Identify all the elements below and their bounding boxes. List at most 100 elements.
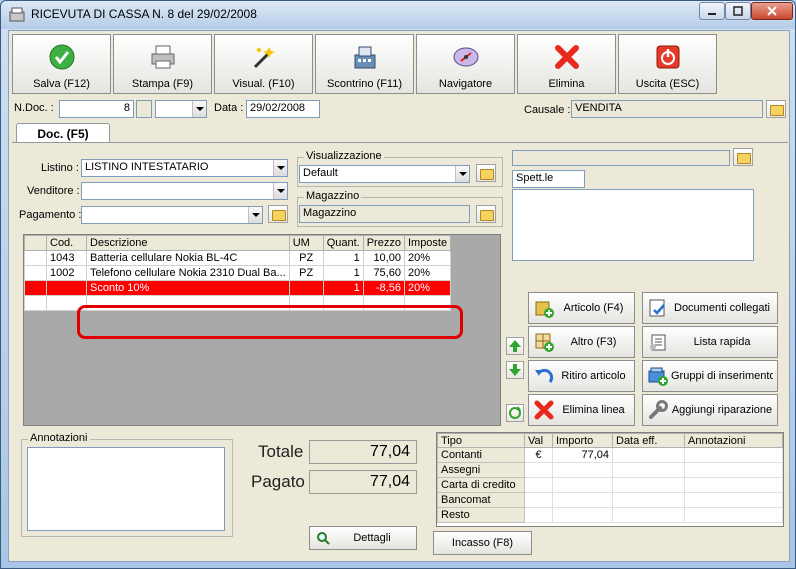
column-header[interactable]: Quant. bbox=[322, 235, 364, 251]
dettagli-button[interactable]: Dettagli bbox=[309, 526, 417, 550]
cell-um[interactable]: PZ bbox=[288, 250, 324, 266]
cell-prezzo[interactable]: -8,56 bbox=[362, 280, 405, 296]
payment-row[interactable]: Bancomat bbox=[437, 492, 783, 508]
save-button[interactable]: Salva (F12) bbox=[12, 34, 111, 94]
annotazioni-label: Annotazioni bbox=[28, 432, 90, 444]
delete-button[interactable]: Elimina bbox=[517, 34, 616, 94]
print-button[interactable]: Stampa (F9) bbox=[113, 34, 212, 94]
ndoc-series-select[interactable] bbox=[155, 100, 207, 118]
column-header[interactable]: UM bbox=[288, 235, 324, 251]
table-row[interactable]: 1043 Batteria cellulare Nokia BL-4C PZ 1… bbox=[24, 250, 452, 266]
data-label: Data : bbox=[214, 102, 244, 114]
minimize-button[interactable] bbox=[699, 2, 725, 20]
column-header[interactable]: Tipo bbox=[437, 433, 525, 448]
delete-x-icon bbox=[554, 45, 579, 69]
payment-currency[interactable]: € bbox=[524, 447, 553, 463]
exit-icon bbox=[656, 45, 679, 69]
ndoc-field[interactable]: 8 bbox=[59, 100, 134, 118]
payments-grid[interactable]: Tipo Val Importo Data eff. Annotazioni C… bbox=[436, 432, 784, 527]
cell-cod[interactable]: 1043 bbox=[46, 250, 87, 266]
refresh-button[interactable] bbox=[506, 404, 524, 422]
elimina-linea-button[interactable]: Elimina linea bbox=[528, 394, 635, 426]
payment-row[interactable]: Contanti €77,04 bbox=[437, 447, 783, 463]
magazzino-folder-button[interactable] bbox=[476, 205, 496, 223]
cell-quant[interactable]: 1 bbox=[322, 250, 364, 266]
maximize-button[interactable] bbox=[725, 2, 751, 20]
cell-prezzo[interactable]: 10,00 bbox=[362, 250, 405, 266]
visualizzazione-folder-button[interactable] bbox=[476, 164, 496, 182]
cell-quant[interactable]: 1 bbox=[322, 265, 364, 281]
cell-quant[interactable]: 1 bbox=[322, 280, 364, 296]
navigator-button[interactable]: Navigatore bbox=[416, 34, 515, 94]
ndoc-suffix-field[interactable] bbox=[136, 100, 152, 118]
cell-um[interactable] bbox=[288, 280, 324, 296]
column-header[interactable]: Data eff. bbox=[612, 433, 685, 448]
payment-row[interactable]: Assegni bbox=[437, 462, 783, 478]
exit-button[interactable]: Uscita (ESC) bbox=[618, 34, 717, 94]
client-area: Salva (F12) Stampa (F9) Visual. (F10) Sc… bbox=[8, 30, 790, 562]
quick-list-icon bbox=[650, 334, 666, 351]
payment-amount[interactable]: 77,04 bbox=[552, 447, 613, 463]
cell-cod[interactable]: 1002 bbox=[46, 265, 87, 281]
column-header[interactable]: Imposte bbox=[403, 235, 452, 251]
cell-desc[interactable]: Batteria cellulare Nokia BL-4C bbox=[86, 250, 290, 266]
payment-row[interactable]: Resto bbox=[437, 507, 783, 523]
move-up-button[interactable] bbox=[506, 337, 524, 355]
magazzino-field[interactable]: Magazzino bbox=[299, 205, 470, 223]
row-header[interactable] bbox=[24, 250, 47, 266]
close-icon bbox=[767, 6, 777, 16]
annotazioni-textarea[interactable] bbox=[27, 447, 225, 531]
date-field[interactable]: 29/02/2008 bbox=[246, 100, 320, 118]
articolo-button[interactable]: Articolo (F4) bbox=[528, 292, 635, 324]
payment-row[interactable]: Carta di credito bbox=[437, 477, 783, 493]
cell-cod[interactable] bbox=[46, 280, 87, 296]
cell-imposte[interactable]: 20% bbox=[403, 280, 452, 296]
ritiro-articolo-button[interactable]: Ritiro articolo bbox=[528, 360, 635, 392]
column-header[interactable]: Val bbox=[524, 433, 553, 448]
magic-wand-icon bbox=[253, 47, 275, 69]
pagamento-folder-button[interactable] bbox=[268, 205, 288, 223]
row-header[interactable] bbox=[24, 265, 47, 281]
column-header[interactable]: Cod. bbox=[46, 235, 87, 251]
cell-imposte[interactable]: 20% bbox=[403, 250, 452, 266]
tab-doc[interactable]: Doc. (F5) bbox=[16, 123, 110, 143]
close-button[interactable] bbox=[751, 2, 793, 20]
delete-line-icon bbox=[534, 400, 554, 420]
chevron-down-icon bbox=[455, 166, 469, 182]
customer-folder-button[interactable] bbox=[733, 148, 753, 166]
table-row[interactable]: 1002 Telefono cellulare Nokia 2310 Dual … bbox=[24, 265, 452, 281]
app-icon bbox=[9, 7, 25, 22]
table-row-selected[interactable]: Sconto 10% 1 -8,56 20% bbox=[24, 280, 452, 296]
aggiungi-riparazione-button[interactable]: Aggiungi riparazione bbox=[642, 394, 778, 426]
altro-button[interactable]: Altro (F3) bbox=[528, 326, 635, 358]
documenti-collegati-button[interactable]: Documenti collegati bbox=[642, 292, 778, 324]
column-header[interactable]: Importo bbox=[552, 433, 613, 448]
cell-imposte[interactable]: 20% bbox=[403, 265, 452, 281]
row-header[interactable] bbox=[24, 295, 47, 311]
gruppi-inserimento-button[interactable]: Gruppi di inserimento bbox=[642, 360, 778, 392]
column-header[interactable]: Descrizione bbox=[86, 235, 290, 251]
preview-button[interactable]: Visual. (F10) bbox=[214, 34, 313, 94]
receipt-button[interactable]: Scontrino (F11) bbox=[315, 34, 414, 94]
customer-field[interactable] bbox=[512, 150, 730, 166]
causale-folder-button[interactable] bbox=[766, 100, 786, 118]
spett-field[interactable]: Spett.le bbox=[512, 170, 585, 188]
lista-rapida-button[interactable]: Lista rapida bbox=[642, 326, 778, 358]
column-header[interactable]: Annotazioni bbox=[684, 433, 783, 448]
column-header[interactable]: Prezzo bbox=[362, 235, 405, 251]
visualizzazione-select[interactable]: Default bbox=[299, 165, 470, 183]
cell-desc[interactable]: Telefono cellulare Nokia 2310 Dual Ba... bbox=[86, 265, 290, 281]
row-header[interactable] bbox=[24, 280, 47, 296]
move-down-button[interactable] bbox=[506, 361, 524, 379]
title-bar[interactable]: RICEVUTA DI CASSA N. 8 del 29/02/2008 bbox=[1, 1, 795, 29]
listino-select[interactable]: LISTINO INTESTATARIO bbox=[81, 159, 288, 177]
pagamento-select[interactable] bbox=[81, 206, 263, 224]
venditore-select[interactable] bbox=[81, 182, 288, 200]
window-title: RICEVUTA DI CASSA N. 8 del 29/02/2008 bbox=[31, 7, 257, 21]
cell-desc[interactable]: Sconto 10% bbox=[86, 280, 290, 296]
cell-um[interactable]: PZ bbox=[288, 265, 324, 281]
incasso-button[interactable]: Incasso (F8) bbox=[433, 531, 532, 555]
causale-field[interactable]: VENDITA bbox=[571, 100, 763, 118]
cell-prezzo[interactable]: 75,60 bbox=[362, 265, 405, 281]
customer-address-field[interactable] bbox=[512, 189, 754, 261]
